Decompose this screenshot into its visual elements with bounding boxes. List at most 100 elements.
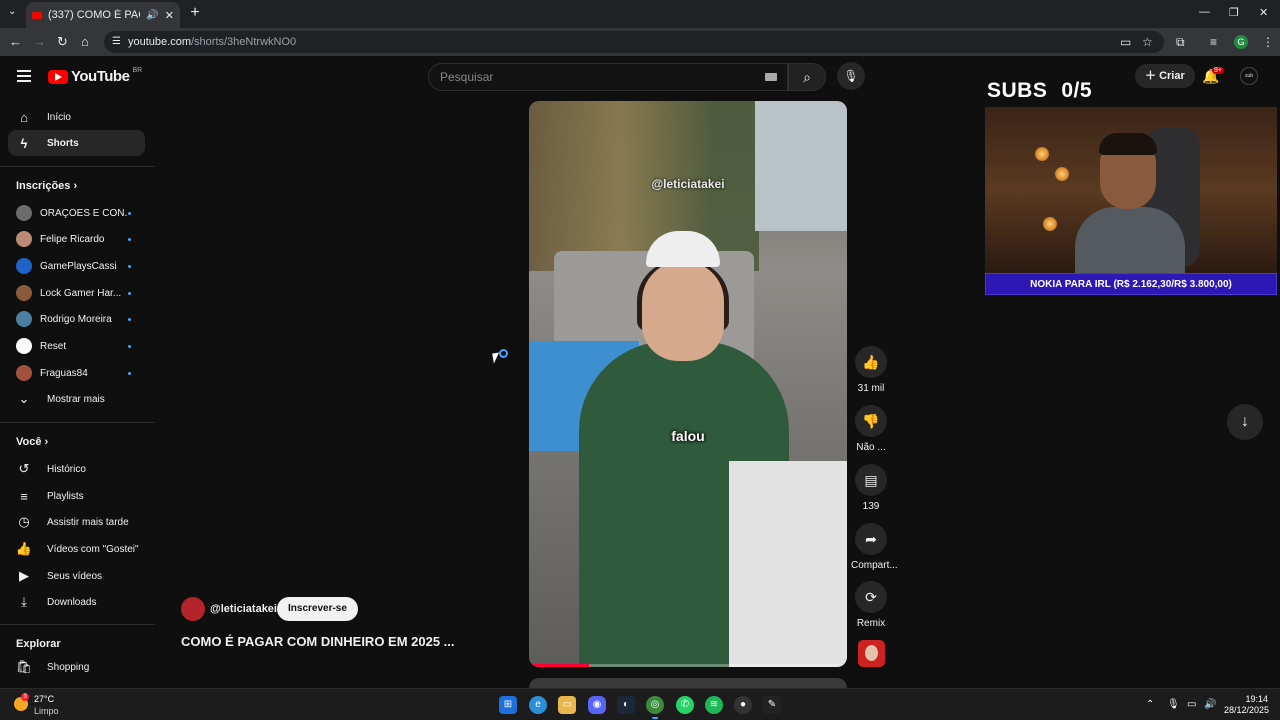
sidebar-item-label: Início [47,111,71,123]
sidebar-item-historico[interactable]: ↺ Histórico [8,456,145,482]
voice-search-button[interactable]: 🎙 [837,62,865,90]
bookmark-star-icon[interactable]: ☆ [1142,35,1153,49]
system-clock[interactable]: 19:14 28/12/2025 [1224,694,1269,716]
divider [0,422,155,423]
video-scene-register [729,461,847,667]
discord-icon[interactable]: ◉ [588,696,606,714]
subscription-item[interactable]: Felipe Ricardo [8,226,145,252]
subscription-item[interactable]: GamePlaysCassi [8,253,145,279]
steam-icon[interactable]: ◐ [617,696,635,714]
sidebar-item-shorts[interactable]: ϟ Shorts [8,130,145,156]
temperature[interactable]: 27°C [34,694,54,704]
channel-name[interactable]: @leticiatakei [210,603,277,615]
spotify-icon[interactable]: ≋ [705,696,723,714]
youtube-logo[interactable]: YouTube BR [48,67,142,85]
search-input[interactable]: Pesquisar [428,63,788,91]
browser-menu-icon[interactable]: ⋮ [1262,35,1274,49]
media-controls-icon[interactable]: ≡ [1210,35,1217,49]
account-avatar[interactable]: sub [1240,67,1258,85]
sidebar-item-label: Shorts [47,137,79,149]
tab-search-chevron-icon[interactable]: ⌄ [8,6,16,17]
sidebar-item-watch-later[interactable]: ◷ Assistir mais tarde [8,509,145,535]
site-info-icon[interactable]: ☰ [112,36,121,47]
cast-icon[interactable]: ▭ [1120,35,1131,49]
new-content-dot [128,317,131,321]
short-title[interactable]: COMO É PAGAR COM DINHEIRO EM 2025 ... [181,634,455,649]
show-more-button[interactable]: ⌄ Mostrar mais [8,386,145,412]
video-watermark: @leticiatakei [651,177,725,191]
chevron-up-icon[interactable]: ⌃ [1146,699,1154,710]
network-icon[interactable]: ▭ [1187,699,1196,710]
subscription-item[interactable]: Fraguas84 [8,360,145,386]
pen-tool-icon[interactable]: ✎ [763,696,781,714]
sound-source-avatar[interactable] [858,640,885,667]
next-short-preview[interactable] [529,678,847,688]
subscribe-button[interactable]: Inscrever-se [277,597,358,621]
microphone-tray-icon[interactable]: 🎙 [1167,699,1180,710]
windows-start-icon[interactable]: ⊞ [499,696,517,714]
forward-icon[interactable]: → [33,34,46,49]
url-field[interactable]: ☰ youtube.com/shorts/3heNtrwkNO0 [104,31,1164,53]
share-button[interactable]: ➦ Compart... [851,523,898,571]
new-tab-button[interactable]: + [186,4,204,22]
edge-icon[interactable]: e [529,696,547,714]
extensions-icon[interactable]: ⧉ [1176,35,1185,50]
close-window-icon[interactable]: ✕ [1259,6,1268,19]
sidebar-item-shopping[interactable]: 🛍 Shopping [8,654,145,680]
reload-icon[interactable]: ↻ [57,34,68,50]
you-heading[interactable]: Você › [16,436,48,448]
comments-button[interactable]: ▤ 139 [851,464,891,512]
sidebar-item-label: Shopping [47,661,90,673]
file-explorer-icon[interactable]: ▭ [558,696,576,714]
sidebar-item-playlists[interactable]: ≡ Playlists [8,483,145,509]
divider [0,624,155,625]
volume-icon[interactable]: 🔊 [1204,699,1216,710]
weather-condition[interactable]: Limpo [34,706,59,716]
remix-button[interactable]: ⟳ Remix [851,581,891,629]
browser-tab-active[interactable]: (337) COMO É PAGAR COM 🔊 ✕ [26,2,180,28]
youtube-favicon-icon [32,11,42,19]
dislike-button[interactable]: 👎 Não ... [851,405,891,453]
obs-icon[interactable]: ● [734,696,752,714]
back-icon[interactable]: ← [9,34,22,49]
create-button[interactable]: ＋ Criar [1135,64,1195,88]
notification-badge: 9+ [1212,67,1224,74]
dislike-label: Não ... [856,442,886,453]
short-video-player[interactable]: @leticiatakei falou [529,101,847,667]
youtube-play-icon [48,69,68,84]
like-button[interactable]: 👍 31 mil [851,346,891,394]
subscription-label: Rodrigo Moreira [40,313,112,325]
next-short-button[interactable]: ↓ [1227,404,1263,440]
video-caption: falou [671,428,705,444]
new-content-dot [128,371,131,375]
hamburger-menu-icon[interactable] [17,70,31,85]
thumbs-up-icon: 👍 [855,346,887,378]
channel-avatar[interactable] [181,597,205,621]
donation-goal-banner: NOKIA PARA IRL (R$ 2.162,30/R$ 3.800,00) [985,273,1277,295]
subscription-item[interactable]: ORAÇÕES E CON... [8,200,145,226]
minimize-icon[interactable]: — [1199,6,1210,18]
subscription-item[interactable]: Lock Gamer Har... [8,280,145,306]
sidebar-item-inicio[interactable]: ⌂ Início [8,104,145,130]
sidebar-item-your-videos[interactable]: ▶ Seus vídeos [8,563,145,589]
sidebar-item-downloads[interactable]: ⤓ Downloads [8,589,145,615]
speaker-icon[interactable]: 🔊 [146,10,158,21]
close-tab-icon[interactable]: ✕ [165,9,174,22]
subscriptions-heading[interactable]: Inscrições › [16,180,77,192]
sidebar-item-liked-videos[interactable]: 👍 Vídeos com "Gostei" [8,536,145,562]
weather-badge: 3 [21,693,29,701]
subscription-item[interactable]: Reset [8,333,145,359]
create-label: Criar [1159,70,1185,82]
shopping-bag-icon: 🛍 [15,659,33,674]
subscription-item[interactable]: Rodrigo Moreira [8,306,145,332]
search-button[interactable]: ⌕ [788,63,826,91]
video-progress-bar[interactable] [529,664,847,667]
logo-wordmark: YouTube [71,68,130,85]
chrome-icon[interactable]: ◎ [646,696,664,719]
keyboard-icon[interactable] [765,73,777,81]
streamer-webcam [985,107,1277,273]
whatsapp-icon[interactable]: ✆ [676,696,694,714]
restore-icon[interactable]: ❐ [1229,6,1239,19]
browser-profile-avatar[interactable]: G [1234,35,1248,49]
home-browser-icon[interactable]: ⌂ [81,34,89,49]
